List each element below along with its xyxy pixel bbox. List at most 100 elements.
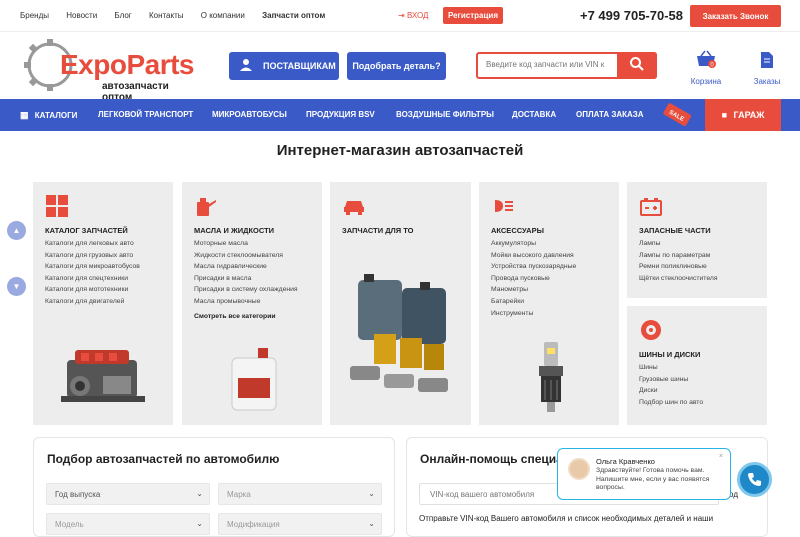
modification-select[interactable]: Модификация ⌄ <box>218 513 382 535</box>
list-item[interactable]: Ремни поликлиновые <box>639 261 718 273</box>
nav-catalogs[interactable]: ▦ КАТАЛОГИ <box>20 110 77 121</box>
nav-payment[interactable]: ОПЛАТА ЗАКАЗА <box>576 110 644 119</box>
list-item[interactable]: Манометры <box>491 284 576 296</box>
card-oils-list: Моторные масла Жидкости стеклоомывателя … <box>194 238 298 322</box>
year-select-value: Год выпуска <box>55 490 101 499</box>
pick-part-button[interactable]: Подобрать деталь? <box>347 52 446 80</box>
search-box <box>476 52 657 79</box>
nav-air-filters[interactable]: ВОЗДУШНЫЕ ФИЛЬТРЫ <box>396 110 494 119</box>
list-item[interactable]: Каталоги для спецтехники <box>45 273 140 285</box>
top-link-blog[interactable]: Блог <box>114 11 131 20</box>
battery-icon <box>640 198 662 216</box>
card-oils-title: МАСЛА И ЖИДКОСТИ <box>194 226 275 235</box>
scroll-down-button[interactable]: ▼ <box>7 277 26 296</box>
card-spare-parts-list: Лампы Лампы по параметрам Ремни поликлин… <box>639 238 718 284</box>
list-item[interactable]: Каталоги для двигателей <box>45 296 140 308</box>
garage-label: ГАРАЖ <box>733 110 765 120</box>
headlight-icon <box>495 200 513 212</box>
list-item[interactable]: Масла промывочные <box>194 296 298 308</box>
chevron-down-icon: ⌄ <box>368 489 375 498</box>
list-item[interactable]: Каталоги для легковых авто <box>45 238 140 250</box>
orders-link[interactable]: Заказы <box>749 50 785 86</box>
list-item[interactable]: Каталоги для грузовых авто <box>45 250 140 262</box>
card-spare-parts[interactable]: ЗАПАСНЫЕ ЧАСТИ Лампы Лампы по параметрам… <box>627 182 767 298</box>
list-item[interactable]: Устройства пускозарядные <box>491 261 576 273</box>
orders-label: Заказы <box>753 77 781 86</box>
top-link-about[interactable]: О компании <box>201 11 245 20</box>
search-input[interactable] <box>486 60 616 69</box>
list-item[interactable]: Щётки стеклоочистителя <box>639 273 718 285</box>
main-nav: ▦ КАТАЛОГИ ЛЕГКОВОЙ ТРАНСПОРТ МИКРОАВТОБ… <box>0 99 800 131</box>
car-icon: ■ <box>721 110 728 120</box>
login-link[interactable]: ⇥ ВХОД <box>398 11 428 20</box>
scroll-up-button[interactable]: ▲ <box>7 221 26 240</box>
list-item[interactable]: Диски <box>639 385 703 397</box>
orders-icon <box>761 52 773 68</box>
top-bar: Бренды Новости Блог Контакты О компании … <box>0 0 800 32</box>
see-all-categories-link[interactable]: Смотреть все категории <box>194 311 298 323</box>
cart-link[interactable]: 0 Корзина <box>688 50 724 86</box>
top-link-wholesale[interactable]: Запчасти оптом <box>262 11 325 20</box>
brand-select[interactable]: Марка ⌄ <box>218 483 382 505</box>
brand-select-value: Марка <box>227 490 251 499</box>
card-tires[interactable]: ШИНЫ И ДИСКИ Шины Грузовые шины Диски По… <box>627 306 767 425</box>
suppliers-button[interactable]: ПОСТАВЩИКАМ <box>229 52 339 80</box>
cart-icon: 0 <box>697 50 716 69</box>
model-select[interactable]: Модель ⌄ <box>46 513 210 535</box>
nav-bsv[interactable]: ПРОДУКЦИЯ BSV <box>306 110 375 119</box>
garage-button[interactable]: ■ ГАРАЖ <box>705 99 781 131</box>
chevron-down-icon: ⌄ <box>196 489 203 498</box>
list-item[interactable]: Присадки в систему охлаждения <box>194 284 298 296</box>
card-oils[interactable]: МАСЛА И ЖИДКОСТИ Моторные масла Жидкости… <box>182 182 322 425</box>
list-item[interactable]: Инструменты <box>491 308 576 320</box>
chat-popup[interactable]: Ольга Кравченко Здравствуйте! Готова пом… <box>557 448 731 500</box>
list-item[interactable]: Лампы по параметрам <box>639 250 718 262</box>
list-item[interactable]: Каталоги для мототехники <box>45 284 140 296</box>
page-title: Интернет-магазин автозапчастей <box>276 142 524 159</box>
search-icon <box>630 57 644 71</box>
logo[interactable]: ExpoParts автозапчасти оптом <box>22 37 197 103</box>
nav-minibuses[interactable]: МИКРОАВТОБУСЫ <box>212 110 287 119</box>
online-help-title: Онлайн-помощь специал <box>420 452 571 466</box>
list-item[interactable]: Батарейки <box>491 296 576 308</box>
year-select[interactable]: Год выпуска ⌄ <box>46 483 210 505</box>
list-item[interactable]: Жидкости стеклоомывателя <box>194 250 298 262</box>
list-item[interactable]: Масла гидравлические <box>194 261 298 273</box>
close-icon[interactable]: × <box>719 453 723 460</box>
login-label: ВХОД <box>406 11 429 20</box>
logo-text: ExpoParts <box>60 49 195 80</box>
card-tires-title: ШИНЫ И ДИСКИ <box>639 350 701 359</box>
list-item[interactable]: Каталоги для микроавтобусов <box>45 261 140 273</box>
maintenance-parts-image <box>350 274 448 392</box>
list-item[interactable]: Шины <box>639 362 703 374</box>
nav-passenger[interactable]: ЛЕГКОВОЙ ТРАНСПОРТ <box>98 110 193 119</box>
sale-tag-icon[interactable]: SALE <box>660 100 694 130</box>
header: ExpoParts автозапчасти оптом ☺ ПОСТАВЩИК… <box>0 32 800 103</box>
list-item[interactable]: Подбор шин по авто <box>639 397 703 409</box>
request-call-button[interactable]: Заказать Звонок <box>690 5 781 27</box>
nav-delivery[interactable]: ДОСТАВКА <box>512 110 556 119</box>
list-item[interactable]: Грузовые шины <box>639 374 703 386</box>
top-links: Бренды Новости Блог Контакты О компании … <box>20 11 340 20</box>
chat-open-button[interactable] <box>737 462 772 497</box>
list-item[interactable]: Лампы <box>639 238 718 250</box>
search-button[interactable] <box>617 52 657 79</box>
top-link-contacts[interactable]: Контакты <box>149 11 184 20</box>
card-spare-parts-title: ЗАПАСНЫЕ ЧАСТИ <box>639 226 711 235</box>
top-link-news[interactable]: Новости <box>66 11 97 20</box>
car-selection-title: Подбор автозапчастей по автомобилю <box>47 452 280 466</box>
phone-number[interactable]: +7 499 705-70-58 <box>580 8 683 23</box>
list-item[interactable]: Мойки высокого давления <box>491 250 576 262</box>
list-item[interactable]: Аккумуляторы <box>491 238 576 250</box>
list-item[interactable]: Моторные масла <box>194 238 298 250</box>
chat-agent-name: Ольга Кравченко <box>596 457 655 466</box>
top-link-brands[interactable]: Бренды <box>20 11 49 20</box>
card-catalog[interactable]: КАТАЛОГ ЗАПЧАСТЕЙ Каталоги для легковых … <box>33 182 173 425</box>
list-item[interactable]: Провода пусковые <box>491 273 576 285</box>
list-item[interactable]: Присадки в масла <box>194 273 298 285</box>
register-button[interactable]: Регистрация <box>443 7 503 24</box>
card-accessories[interactable]: АКСЕССУАРЫ Аккумуляторы Мойки высокого д… <box>479 182 619 425</box>
card-maintenance[interactable]: ЗАПЧАСТИ ДЛЯ ТО <box>330 182 471 425</box>
car-service-icon <box>344 201 364 215</box>
cart-label: Корзина <box>690 77 722 86</box>
